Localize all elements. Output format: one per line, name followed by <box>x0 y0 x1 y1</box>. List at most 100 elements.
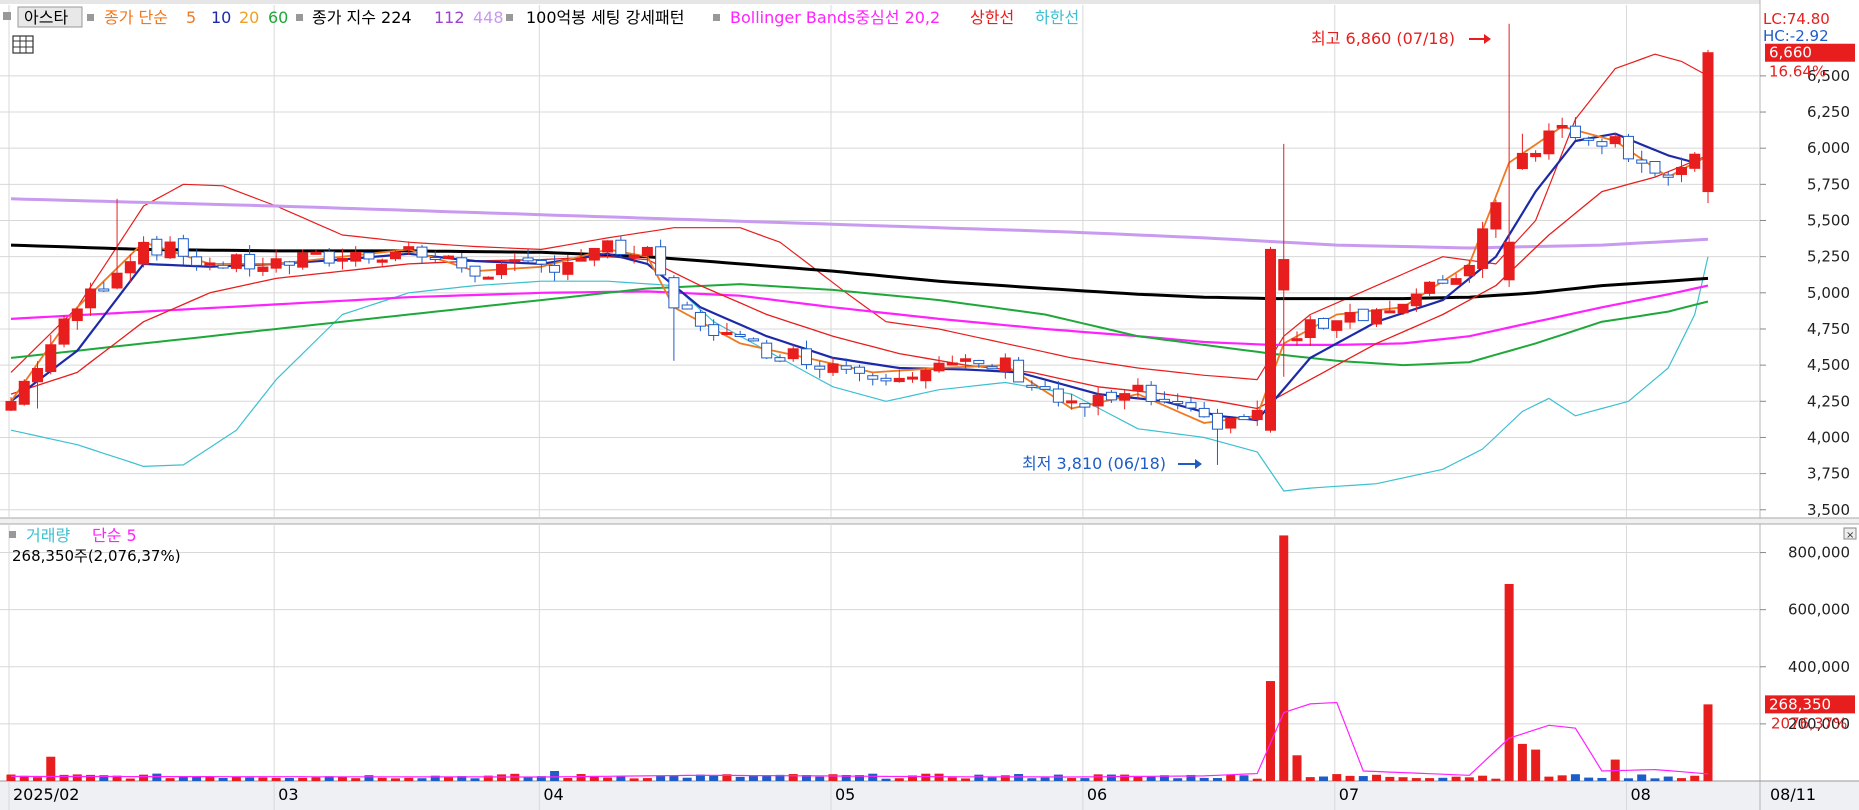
candle-body <box>1410 293 1422 307</box>
volume-bar <box>1597 777 1607 781</box>
candle-body <box>787 348 799 360</box>
candle-body <box>1437 279 1449 284</box>
legend-square-icon <box>87 14 94 21</box>
volume-bar <box>1199 777 1209 781</box>
volume-bar <box>152 773 162 781</box>
candle-body <box>655 246 667 276</box>
table-icon[interactable] <box>12 35 34 54</box>
candle-body <box>350 251 362 262</box>
candle-body <box>1185 402 1197 409</box>
candle-body <box>1105 391 1117 401</box>
volume-bar <box>271 777 281 781</box>
volume-bar <box>961 778 971 781</box>
volume-bar <box>1478 775 1488 781</box>
volume-bar <box>576 774 586 781</box>
volume-bar <box>1372 774 1382 781</box>
candle-body <box>1384 310 1396 314</box>
candle-body <box>800 348 812 366</box>
volume-bar <box>497 774 507 781</box>
candle-body <box>1158 398 1170 403</box>
stock-name[interactable]: 아스타 <box>24 8 68 27</box>
date-tick-label: 05 <box>835 785 855 804</box>
candle-body <box>244 253 256 270</box>
bollinger-label: Bollinger Bands중심선 20,2 <box>730 8 940 27</box>
candle-body <box>602 240 614 253</box>
volume-bar <box>1544 776 1554 781</box>
candle-body <box>32 368 44 383</box>
volume-bar <box>1120 774 1130 781</box>
legend-square-icon <box>713 14 720 21</box>
candle-body <box>1477 228 1489 269</box>
candle-body <box>1622 135 1634 160</box>
volume-bar <box>284 777 294 781</box>
candle-body <box>124 261 136 274</box>
price-tick-label: 5,500 <box>1807 212 1850 230</box>
candle-body <box>615 239 627 255</box>
legend-square-icon[interactable] <box>9 531 16 538</box>
volume-badge-value: 268,350 <box>1769 695 1831 713</box>
lc-value: LC:74.80 <box>1763 10 1830 28</box>
volume-bar <box>868 773 878 781</box>
volume-bar <box>1080 778 1090 781</box>
candle-body <box>1424 281 1436 294</box>
candle-body <box>694 311 706 327</box>
candle-body <box>721 331 733 335</box>
volume-bar <box>987 777 997 781</box>
candle-body <box>1331 320 1343 331</box>
candle-body <box>283 261 295 266</box>
candle-body <box>1119 393 1131 401</box>
volume-bar <box>1491 778 1501 781</box>
candle-body <box>827 363 839 373</box>
candle-body <box>1278 259 1290 291</box>
candle-body <box>204 262 216 266</box>
candle-body <box>774 357 786 362</box>
volume-bar <box>1040 777 1050 781</box>
volume-bar <box>125 778 135 781</box>
candle-body <box>1238 416 1250 421</box>
candle-body <box>217 264 229 269</box>
volume-bar <box>1053 774 1063 781</box>
candle-body <box>230 254 242 269</box>
hc-value: HC:-2.92 <box>1763 27 1829 45</box>
volume-bar <box>231 776 241 781</box>
collapse-icon[interactable]: × <box>1846 530 1854 541</box>
volume-bar <box>165 778 175 781</box>
candle-body <box>1291 338 1303 342</box>
candle-body <box>1596 141 1608 147</box>
volume-ratio: 2076,37% <box>1771 714 1847 732</box>
candle-body <box>18 380 30 405</box>
candle-body <box>734 333 746 337</box>
candle-body <box>920 370 932 382</box>
candle-body <box>1675 166 1687 175</box>
candle-body <box>854 366 865 374</box>
volume-bar <box>1676 778 1686 781</box>
candle-body <box>58 318 70 345</box>
date-tick-label: 06 <box>1087 785 1107 804</box>
ma10-label: 10 <box>211 8 231 27</box>
volume-bar <box>1292 755 1302 781</box>
date-tick-label: 2025/02 <box>13 785 79 804</box>
candle-body <box>1079 403 1091 408</box>
volume-bar <box>1504 583 1514 781</box>
candlestick-chart[interactable]: 6,5006,2506,0005,7505,5005,2505,0004,750… <box>0 0 1859 810</box>
volume-value: 268,350주(2,076,37%) <box>12 547 181 565</box>
index-ma-label: 종가 지수 224 <box>312 8 412 27</box>
candle-body <box>138 241 150 265</box>
ma-label: 종가 단순 <box>104 8 168 27</box>
volume-bar <box>1226 774 1236 781</box>
volume-bar <box>404 777 414 781</box>
price-tick-label: 4,250 <box>1807 392 1850 410</box>
legend-square-icon[interactable] <box>3 12 11 20</box>
candle-body <box>761 342 773 359</box>
candle-body <box>376 259 388 263</box>
candle-body <box>177 238 189 257</box>
candle-body <box>389 252 401 260</box>
candle-body <box>1556 124 1568 129</box>
candle-body <box>482 276 494 280</box>
volume-bar <box>921 773 931 781</box>
candle-body <box>562 262 574 275</box>
candle-body <box>336 258 348 262</box>
candle-body <box>907 376 919 380</box>
volume-bar <box>1332 774 1342 781</box>
volume-bar <box>1305 777 1315 781</box>
